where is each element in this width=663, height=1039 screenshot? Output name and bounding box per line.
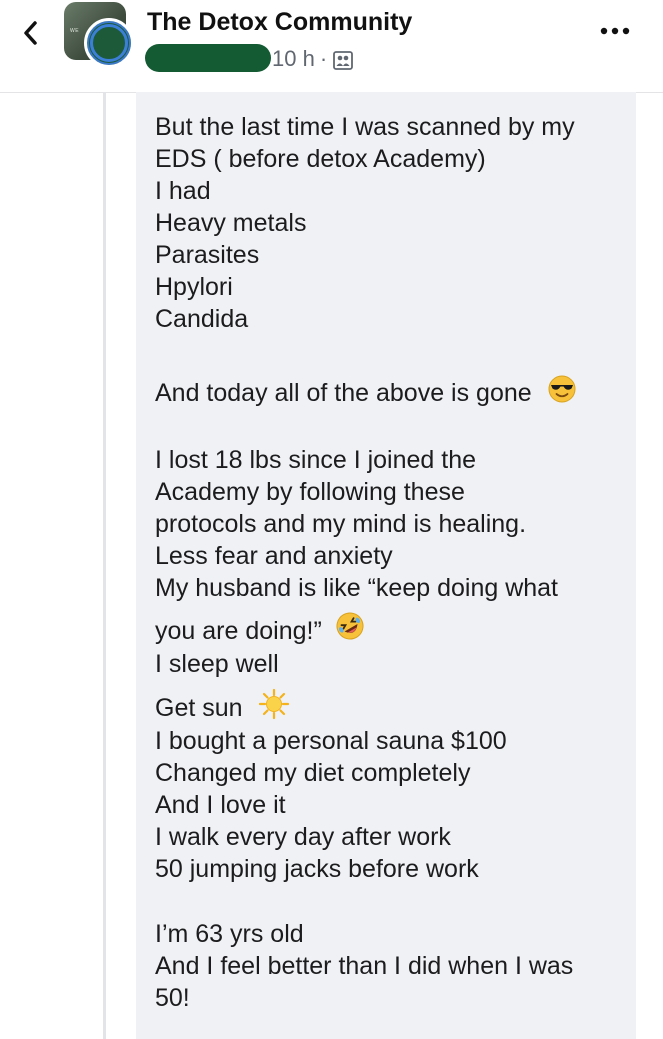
comment-line: I’m 63 yrs old [155, 920, 304, 948]
redacted-author-name [145, 44, 271, 72]
post-screen: WE The Detox Community 10 h · But the la… [0, 0, 663, 1039]
comment-line-text: Get sun [155, 694, 243, 723]
comment-line: 50! [155, 984, 190, 1012]
comment-line: I had [155, 177, 211, 205]
comment-line: EDS ( before detox Academy) [155, 145, 486, 173]
more-horizontal-icon [600, 27, 630, 35]
sun-emoji [258, 688, 290, 727]
comment-line: And I feel better than I did when I was [155, 952, 574, 980]
comment-line: Heavy metals [155, 209, 307, 237]
comment-line: Parasites [155, 241, 260, 269]
comment-line-with-emoji: Get sun [155, 688, 290, 729]
group-name[interactable]: The Detox Community [147, 8, 412, 37]
comment-line: But the last time I was scanned by my [155, 113, 575, 141]
comment-thread-line [103, 92, 106, 1039]
sunglasses-face-emoji [547, 374, 577, 411]
comment-line-text: you are doing!” [155, 617, 322, 646]
comment-line: My husband is like “keep doing what [155, 574, 559, 602]
comment-line: I walk every day after work [155, 823, 451, 851]
comment-line: Academy by following these [155, 478, 465, 506]
comment-line: protocols and my mind is healing. [155, 510, 527, 538]
comment-line: And I love it [155, 791, 286, 819]
post-header: WE The Detox Community 10 h · [0, 0, 663, 93]
avatar-stack[interactable]: WE [64, 2, 136, 70]
user-avatar[interactable] [84, 18, 134, 68]
comment-line-with-emoji: And today all of the above is gone [155, 374, 577, 413]
comment-line-text: And today all of the above is gone [155, 379, 532, 408]
comment-line: I lost 18 lbs since I joined the [155, 446, 477, 474]
post-meta: 10 h · [272, 46, 354, 72]
comment-line: 50 jumping jacks before work [155, 855, 479, 883]
more-options-button[interactable] [597, 16, 633, 46]
rolling-on-floor-laughing-emoji [335, 611, 365, 648]
comment-line: Changed my diet completely [155, 759, 471, 787]
comment-line: I bought a personal sauna $100 [155, 727, 507, 755]
comment-line: I sleep well [155, 650, 279, 678]
group-avatar-text: WE [70, 28, 80, 34]
comment-line: Candida [155, 305, 249, 333]
comment-line-with-emoji: you are doing!” [155, 611, 365, 651]
timestamp[interactable]: 10 h [272, 46, 315, 72]
comment-line: Less fear and anxiety [155, 542, 393, 570]
back-button[interactable] [14, 14, 48, 52]
comment-line: Hpylori [155, 273, 233, 301]
meta-separator: · [319, 46, 328, 71]
chevron-left-icon [24, 21, 37, 45]
group-members-icon [333, 50, 354, 70]
